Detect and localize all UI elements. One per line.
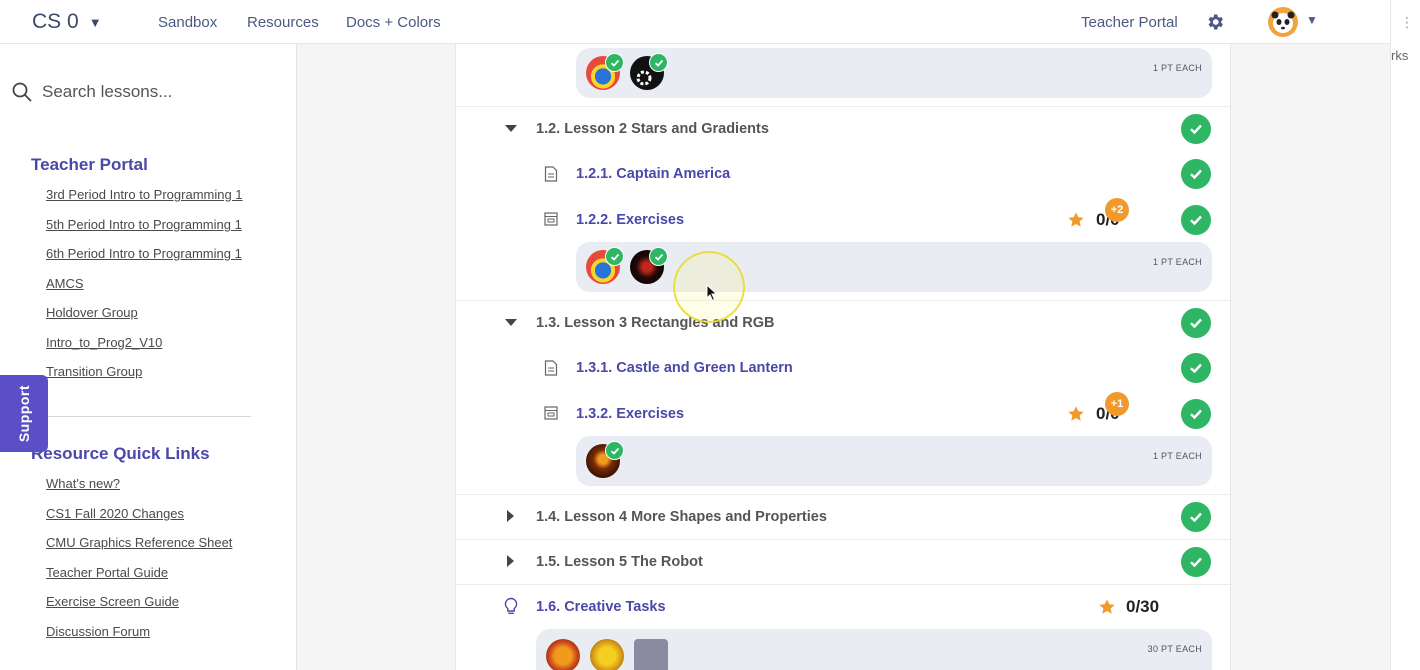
item-title[interactable]: 1.2.1. Captain America — [576, 166, 730, 182]
item-title[interactable]: 1.2.2. Exercises — [576, 212, 684, 228]
search-icon — [12, 82, 32, 102]
document-icon — [544, 360, 558, 376]
score: 0/30 — [1126, 597, 1160, 616]
item-title[interactable]: 1.3.2. Exercises — [576, 406, 684, 422]
nav-link-sandbox[interactable]: Sandbox — [158, 14, 217, 31]
more-vertical-icon[interactable]: ⋮ — [1400, 14, 1414, 31]
nav-link-resources[interactable]: Resources — [247, 14, 319, 31]
lightbulb-icon — [504, 597, 518, 614]
star-icon — [1068, 406, 1084, 421]
creative-task-panel: 30 PT EACH — [536, 629, 1212, 670]
complete-check-icon — [1181, 353, 1211, 383]
lesson-list: 1 PT EACH 1.2. Lesson 2 Stars and Gradie… — [455, 44, 1232, 670]
creative-task-thumbnail[interactable] — [634, 639, 668, 670]
search-input[interactable] — [42, 82, 262, 102]
check-icon — [605, 247, 624, 266]
course-selector[interactable]: CS 0 ▼ — [32, 10, 102, 34]
check-icon — [605, 53, 624, 72]
complete-check-icon — [1181, 159, 1211, 189]
panda-avatar-icon — [1271, 11, 1295, 33]
complete-check-icon — [1181, 114, 1211, 144]
course-name: CS 0 — [32, 10, 79, 33]
row-divider — [456, 494, 1232, 495]
resource-link-whats-new[interactable]: What's new? — [46, 476, 120, 491]
teacher-link-holdover[interactable]: Holdover Group — [46, 305, 138, 320]
expand-caret-icon[interactable] — [507, 510, 514, 522]
chevron-down-icon[interactable]: ▼ — [1306, 13, 1318, 27]
expand-caret-icon[interactable] — [507, 555, 514, 567]
user-avatar[interactable] — [1268, 7, 1298, 37]
chevron-down-icon: ▼ — [88, 14, 102, 30]
teacher-portal-heading: Teacher Portal — [31, 155, 148, 174]
exercise-panel: 1 PT EACH — [576, 242, 1212, 292]
star-icon — [1099, 599, 1115, 614]
resource-link-portal-guide[interactable]: Teacher Portal Guide — [46, 565, 168, 580]
document-icon — [544, 166, 558, 182]
row-divider — [456, 539, 1232, 540]
lesson-search — [12, 82, 262, 102]
teacher-link-amcs[interactable]: AMCS — [46, 276, 84, 291]
collapse-caret-icon[interactable] — [505, 125, 517, 132]
sidebar: Teacher Portal 3rd Period Intro to Progr… — [0, 44, 297, 670]
exercise-panel: 1 PT EACH — [576, 48, 1212, 98]
star-icon — [1068, 212, 1084, 227]
exercise-icon — [544, 212, 558, 226]
bonus-badge: +2 — [1105, 198, 1129, 222]
top-nav: CS 0 ▼ Sandbox Resources Docs + Colors T… — [0, 0, 1390, 44]
teacher-link-3rd-period[interactable]: 3rd Period Intro to Programming 1 — [46, 187, 243, 202]
check-icon — [605, 441, 624, 460]
nav-link-teacher-portal[interactable]: Teacher Portal — [1081, 14, 1178, 31]
complete-check-icon — [1181, 547, 1211, 577]
resource-link-forum[interactable]: Discussion Forum — [46, 624, 150, 639]
row-divider — [456, 106, 1232, 107]
teacher-link-5th-period[interactable]: 5th Period Intro to Programming 1 — [46, 217, 242, 232]
points-label: 1 PT EACH — [1152, 257, 1202, 267]
complete-check-icon — [1181, 308, 1211, 338]
teacher-link-6th-period[interactable]: 6th Period Intro to Programming 1 — [46, 246, 242, 261]
support-tab[interactable]: Support — [0, 375, 48, 452]
row-divider — [456, 584, 1232, 585]
creative-task-thumbnail[interactable] — [546, 639, 580, 670]
teacher-link-transition[interactable]: Transition Group — [46, 364, 142, 379]
side-panel-text: rks — [1391, 48, 1409, 63]
creative-task-thumbnail[interactable] — [590, 639, 624, 670]
exercise-icon — [544, 406, 558, 420]
item-title[interactable]: 1.3.1. Castle and Green Lantern — [576, 360, 793, 376]
exercise-panel: 1 PT EACH — [576, 436, 1212, 486]
side-panel-edge: ⋮ rks — [1390, 0, 1420, 670]
resource-link-reference-sheet[interactable]: CMU Graphics Reference Sheet — [46, 535, 232, 550]
bonus-badge: +1 — [1105, 392, 1129, 416]
gear-icon[interactable] — [1205, 12, 1225, 32]
lesson-title[interactable]: 1.3. Lesson 3 Rectangles and RGB — [536, 315, 775, 331]
lesson-title[interactable]: 1.2. Lesson 2 Stars and Gradients — [536, 121, 769, 137]
points-label: 1 PT EACH — [1152, 63, 1202, 73]
mouse-cursor-icon — [706, 284, 718, 302]
item-title[interactable]: 1.6. Creative Tasks — [536, 599, 666, 615]
nav-link-docs-colors[interactable]: Docs + Colors — [346, 14, 441, 31]
complete-check-icon — [1181, 502, 1211, 532]
check-icon — [649, 53, 668, 72]
lesson-title[interactable]: 1.5. Lesson 5 The Robot — [536, 554, 703, 570]
teacher-link-intro-prog2[interactable]: Intro_to_Prog2_V10 — [46, 335, 162, 350]
resource-links-heading: Resource Quick Links — [31, 444, 210, 463]
resource-link-fall-2020[interactable]: CS1 Fall 2020 Changes — [46, 506, 184, 521]
check-icon — [649, 247, 668, 266]
points-label: 1 PT EACH — [1152, 451, 1202, 461]
resource-link-exercise-guide[interactable]: Exercise Screen Guide — [46, 594, 179, 609]
row-divider — [456, 300, 1232, 301]
complete-check-icon — [1181, 399, 1211, 429]
complete-check-icon — [1181, 205, 1211, 235]
collapse-caret-icon[interactable] — [505, 319, 517, 326]
support-label: Support — [16, 384, 32, 443]
sidebar-divider — [31, 416, 251, 417]
points-label: 30 PT EACH — [1147, 644, 1202, 654]
lesson-title[interactable]: 1.4. Lesson 4 More Shapes and Properties — [536, 509, 827, 525]
